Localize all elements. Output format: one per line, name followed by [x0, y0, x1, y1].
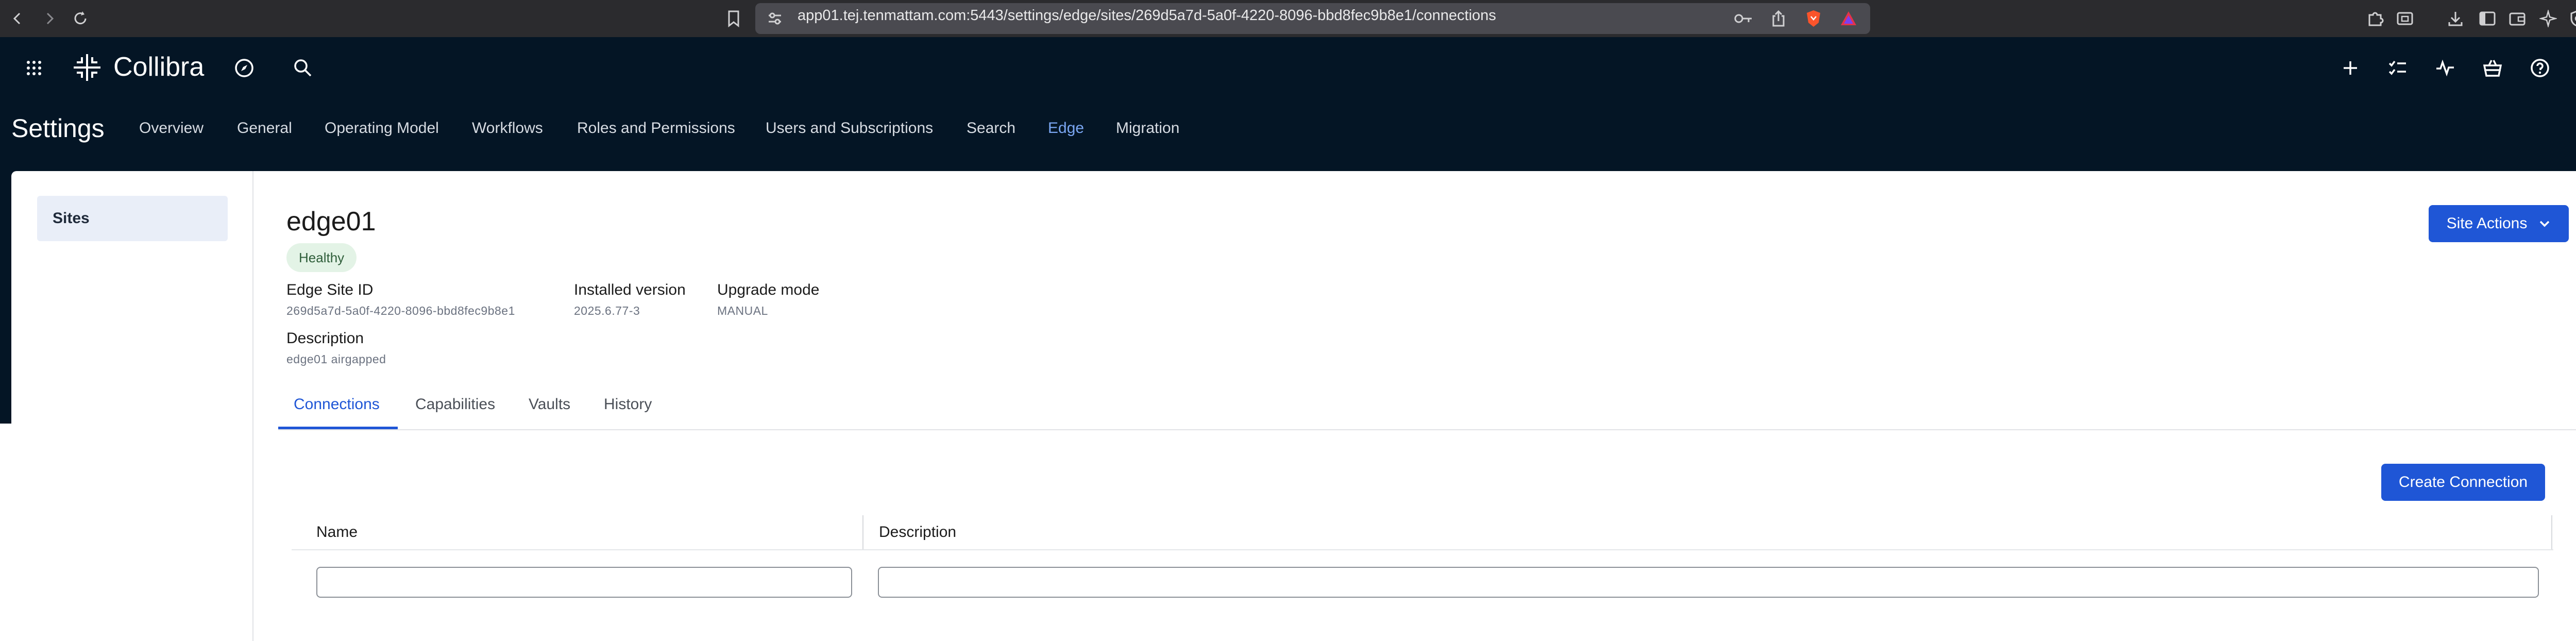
sidebar-icon[interactable]	[2476, 7, 2499, 30]
collibra-logo-icon[interactable]	[70, 50, 104, 85]
share-icon[interactable]	[1767, 7, 1790, 30]
tabs-divider	[278, 429, 2576, 430]
chevron-down-icon	[2538, 220, 2551, 228]
description-filter-input[interactable]	[878, 567, 2539, 598]
active-tab-indicator	[278, 427, 398, 429]
site-actions-label: Site Actions	[2446, 215, 2528, 232]
table-header-divider	[292, 549, 2553, 550]
create-connection-button[interactable]: Create Connection	[2381, 464, 2545, 501]
page-title-settings: Settings	[11, 114, 105, 143]
vpn-icon[interactable]	[2567, 7, 2576, 30]
settings-tab-search[interactable]: Search	[967, 120, 1015, 137]
browser-toolbar: app01.tej.tenmattam.com:5443/settings/ed…	[0, 0, 2576, 37]
wallet-icon[interactable]	[2506, 7, 2529, 30]
leo-icon[interactable]	[2537, 7, 2560, 30]
tab-capabilities[interactable]: Capabilities	[415, 396, 495, 413]
brave-shield-icon[interactable]	[1802, 7, 1825, 30]
tab-connections[interactable]: Connections	[294, 396, 380, 413]
sidebar-item-sites[interactable]: Sites	[37, 196, 228, 241]
brave-rewards-icon[interactable]	[1837, 7, 1860, 30]
settings-tab-users-and-subscriptions[interactable]: Users and Subscriptions	[766, 120, 933, 137]
download-icon[interactable]	[2444, 7, 2467, 30]
settings-tab-operating-model[interactable]: Operating Model	[325, 120, 439, 137]
tab-vaults[interactable]: Vaults	[529, 396, 570, 413]
settings-tab-roles-and-permissions[interactable]: Roles and Permissions	[577, 120, 735, 137]
plus-icon[interactable]	[2337, 55, 2364, 81]
settings-tab-migration[interactable]: Migration	[1116, 120, 1179, 137]
site-name: edge01	[286, 207, 376, 237]
settings-tab-workflows[interactable]: Workflows	[472, 120, 543, 137]
column-divider[interactable]	[2551, 515, 2552, 549]
activity-icon[interactable]	[2432, 55, 2459, 81]
settings-tab-overview[interactable]: Overview	[139, 120, 204, 137]
sidebar	[11, 171, 253, 641]
settings-tab-edge[interactable]: Edge	[1048, 120, 1084, 137]
edge-site-id-label: Edge Site ID	[286, 281, 374, 298]
name-filter-input[interactable]	[316, 567, 852, 598]
compass-icon[interactable]	[231, 55, 258, 81]
basket-icon[interactable]	[2479, 55, 2506, 81]
url-text[interactable]: app01.tej.tenmattam.com:5443/settings/ed…	[798, 7, 1496, 24]
app-grid-icon[interactable]	[21, 55, 47, 81]
search-icon[interactable]	[290, 55, 316, 81]
bookmark-icon[interactable]	[722, 7, 745, 30]
tab-history[interactable]: History	[604, 396, 652, 413]
key-icon[interactable]	[1732, 7, 1755, 30]
edge-site-id-value: 269d5a7d-5a0f-4220-8096-bbd8fec9b8e1	[286, 304, 515, 317]
tasks-icon[interactable]	[2384, 55, 2411, 81]
app-logo-text[interactable]: Collibra	[113, 52, 204, 82]
installed-version-label: Installed version	[574, 281, 686, 298]
column-divider[interactable]	[862, 515, 863, 549]
site-info-icon[interactable]	[764, 7, 786, 30]
column-header-description[interactable]: Description	[879, 524, 956, 541]
back-icon[interactable]	[5, 6, 30, 31]
site-actions-button[interactable]: Site Actions	[2429, 205, 2569, 242]
upgrade-mode-label: Upgrade mode	[717, 281, 820, 298]
description-value: edge01 airgapped	[286, 352, 386, 366]
settings-tab-general[interactable]: General	[237, 120, 292, 137]
status-badge: Healthy	[286, 243, 357, 272]
description-label: Description	[286, 330, 364, 347]
help-icon[interactable]	[2527, 55, 2553, 81]
screenshot-icon[interactable]	[2394, 7, 2416, 30]
column-header-name[interactable]: Name	[316, 524, 358, 541]
extensions-icon[interactable]	[2364, 7, 2386, 30]
reload-icon[interactable]	[68, 6, 93, 31]
forward-icon[interactable]	[37, 6, 62, 31]
installed-version-value: 2025.6.77-3	[574, 304, 640, 317]
upgrade-mode-value: MANUAL	[717, 304, 768, 317]
